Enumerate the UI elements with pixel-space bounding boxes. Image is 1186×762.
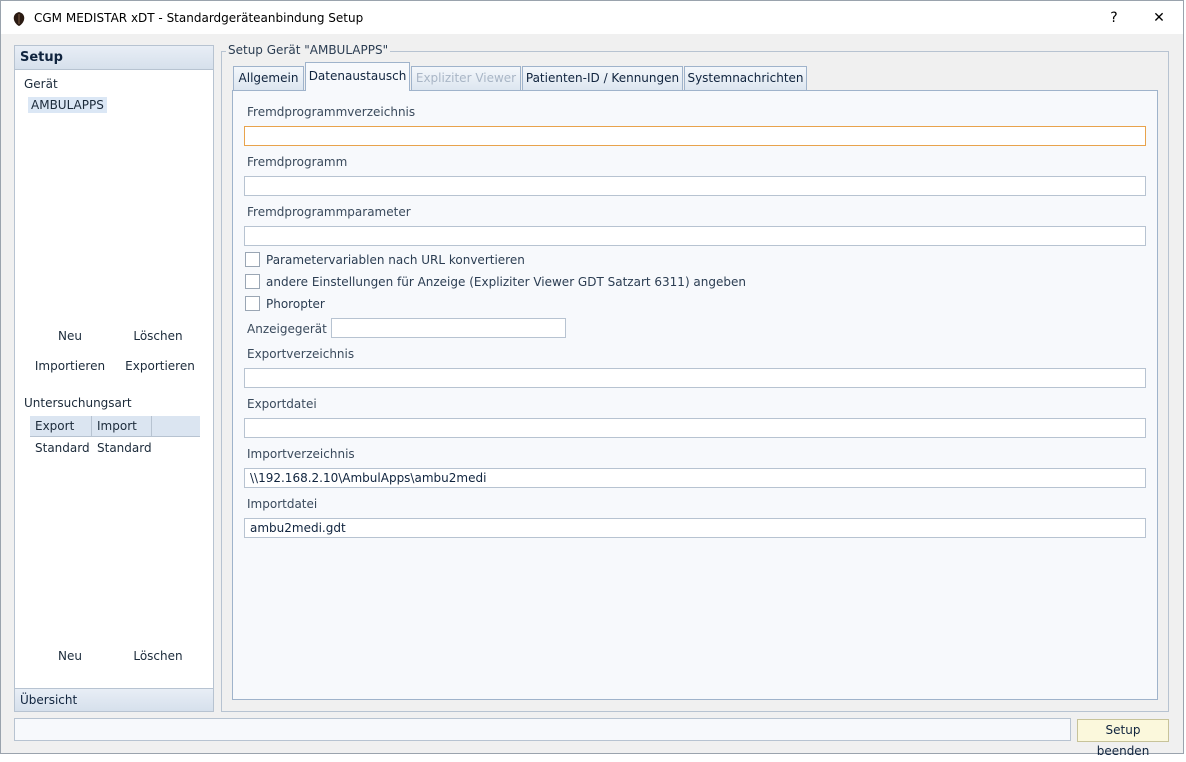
exportverzeichnis-field[interactable] — [244, 368, 1146, 388]
fremdprogrammverzeichnis-field[interactable] — [244, 126, 1146, 146]
fremdprogrammparameter-field[interactable] — [244, 226, 1146, 246]
app-logo-icon — [13, 12, 25, 26]
url-conversion-label[interactable]: Parametervariablen nach URL konvertieren — [266, 253, 525, 267]
exam-row-export-cell: Standard — [35, 441, 90, 455]
fremdprogrammverzeichnis-label: Fremdprogrammverzeichnis — [247, 105, 416, 119]
fremdprogrammparameter-label: Fremdprogrammparameter — [247, 205, 411, 219]
importdatei-label: Importdatei — [247, 497, 318, 511]
exportdatei-label: Exportdatei — [247, 397, 317, 411]
tab-patienten-id-kennungen[interactable]: Patienten-ID / Kennungen — [522, 66, 683, 90]
url-conversion-checkbox[interactable] — [245, 252, 260, 267]
device-export-button[interactable]: Exportieren — [120, 359, 200, 373]
sidebar-footer-overview[interactable]: Übersicht — [15, 688, 213, 711]
fremdprogramm-label: Fremdprogramm — [247, 155, 348, 169]
importverzeichnis-label: Importverzeichnis — [247, 447, 355, 461]
title-bar: CGM MEDISTAR xDT - Standardgeräteanbindu… — [1, 1, 1183, 34]
sidebar-header-setup[interactable]: Setup — [15, 46, 213, 70]
setup-sidebar: Setup Gerät AMBULAPPS Neu Löschen Import… — [14, 45, 214, 712]
display-settings-checkbox[interactable] — [245, 274, 260, 289]
exam-type-section-label: Untersuchungsart — [24, 396, 132, 410]
exam-new-button[interactable]: Neu — [45, 649, 95, 663]
exam-type-grid-header: Export Import — [30, 416, 200, 437]
display-settings-label[interactable]: andere Einstellungen für Anzeige (Expliz… — [266, 275, 746, 289]
exam-row-import-cell: Standard — [97, 441, 152, 455]
importverzeichnis-field[interactable] — [244, 468, 1146, 488]
column-header-export[interactable]: Export — [30, 416, 92, 437]
device-new-button[interactable]: Neu — [45, 329, 95, 343]
window-title: CGM MEDISTAR xDT - Standardgeräteanbindu… — [34, 11, 364, 25]
device-import-button[interactable]: Importieren — [30, 359, 110, 373]
importdatei-field[interactable] — [244, 518, 1146, 538]
status-bar — [14, 718, 1071, 741]
column-header-import[interactable]: Import — [92, 416, 152, 437]
setup-end-button[interactable]: Setup beenden — [1077, 719, 1169, 758]
tab-datenaustausch[interactable]: Datenaustausch — [305, 62, 410, 91]
device-list-item-ambulapps[interactable]: AMBULAPPS — [28, 97, 107, 113]
device-section-label: Gerät — [24, 77, 58, 91]
anzeigegeraet-label: Anzeigegerät — [247, 322, 327, 336]
tab-systemnachrichten[interactable]: Systemnachrichten — [684, 66, 807, 90]
tab-allgemein[interactable]: Allgemein — [233, 66, 304, 90]
table-row[interactable]: Standard Standard — [30, 439, 200, 459]
group-legend: Setup Gerät "AMBULAPPS" — [226, 43, 391, 57]
exam-delete-button[interactable]: Löschen — [125, 649, 191, 663]
close-button[interactable]: ✕ — [1136, 2, 1182, 34]
help-button[interactable]: ? — [1091, 2, 1137, 34]
tab-expliziter-viewer: Expliziter Viewer — [411, 66, 521, 90]
fremdprogramm-field[interactable] — [244, 176, 1146, 196]
phoropter-label[interactable]: Phoropter — [266, 297, 325, 311]
exportdatei-field[interactable] — [244, 418, 1146, 438]
phoropter-checkbox[interactable] — [245, 296, 260, 311]
anzeigegeraet-field[interactable] — [331, 318, 566, 338]
exportverzeichnis-label: Exportverzeichnis — [247, 347, 355, 361]
device-delete-button[interactable]: Löschen — [125, 329, 191, 343]
